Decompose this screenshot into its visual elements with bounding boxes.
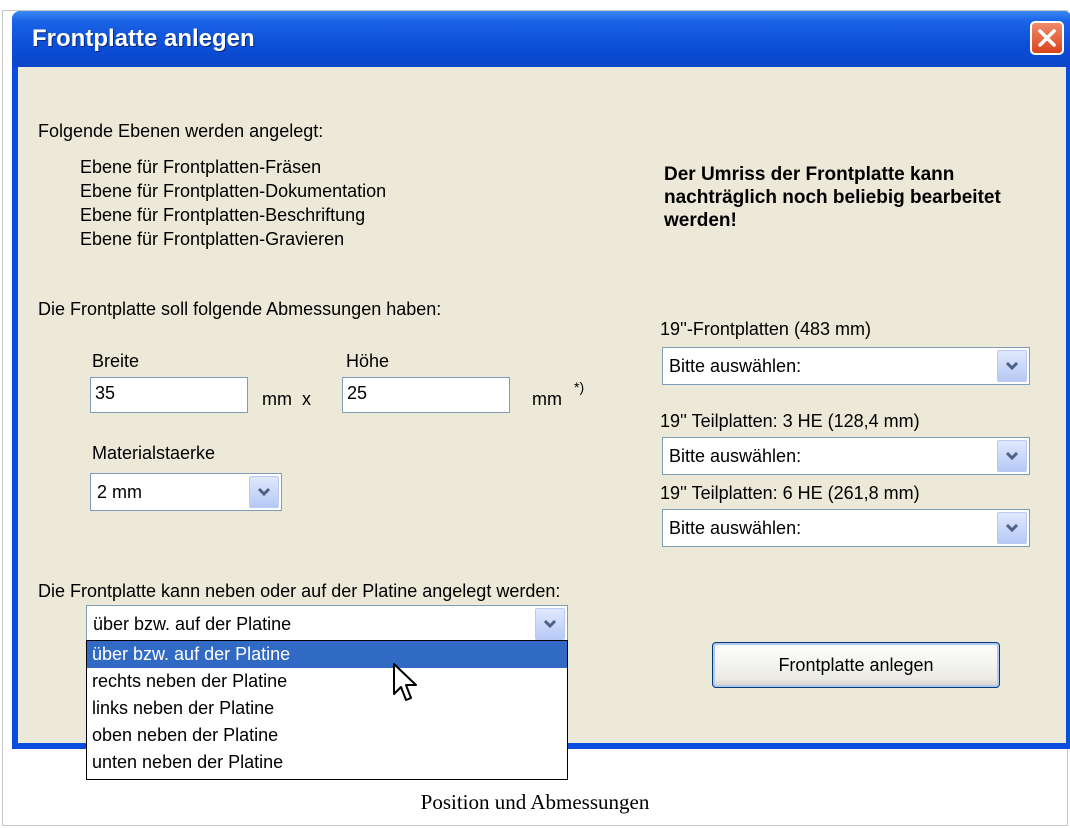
position-select[interactable]: über bzw. auf der Platine [86, 605, 568, 643]
preset-3he-label: 19'' Teilplatten: 3 HE (128,4 mm) [660, 411, 920, 431]
create-frontplate-button[interactable]: Frontplatte anlegen [712, 642, 1000, 688]
preset-19-label: 19''-Frontplatten (483 mm) [660, 319, 871, 339]
preset-6he-label: 19'' Teilplatten: 6 HE (261,8 mm) [660, 483, 920, 503]
chevron-down-icon[interactable] [997, 512, 1027, 544]
height-input[interactable]: 25 [342, 377, 510, 413]
chevron-down-icon[interactable] [997, 440, 1027, 472]
width-input[interactable]: 35 [90, 377, 248, 413]
position-heading: Die Frontplatte kann neben oder auf der … [38, 581, 561, 601]
material-select-value: 2 mm [97, 482, 142, 502]
preset-6he-select[interactable]: Bitte auswählen: [662, 509, 1030, 547]
preset-19-value: Bitte auswählen: [669, 356, 802, 376]
figure-caption: Position und Abmessungen [420, 790, 650, 814]
position-select-value: über bzw. auf der Platine [93, 614, 292, 634]
width-label: Breite [92, 351, 140, 371]
unit-mm-x: mm x [262, 389, 311, 409]
position-dropdown-list: über bzw. auf der Platine rechts neben d… [86, 640, 568, 780]
layer-item: Ebene für Frontplatten-Beschriftung [80, 205, 366, 225]
material-label: Materialstaerke [92, 443, 216, 463]
chevron-down-icon[interactable] [535, 608, 565, 640]
mouse-cursor-icon [393, 663, 417, 701]
preset-3he-select[interactable]: Bitte auswählen: [662, 437, 1030, 475]
window-title: Frontplatte anlegen [32, 25, 255, 52]
height-label: Höhe [346, 351, 390, 371]
dropdown-option[interactable]: rechts neben der Platine [87, 668, 567, 695]
dimensions-heading: Die Frontplatte soll folgende Abmessunge… [38, 299, 442, 319]
dropdown-option[interactable]: oben neben der Platine [87, 722, 567, 749]
material-select[interactable]: 2 mm [90, 473, 282, 511]
chevron-down-icon[interactable] [997, 350, 1027, 382]
layer-item: Ebene für Frontplatten-Gravieren [80, 229, 345, 249]
footnote-marker: *) [574, 379, 585, 395]
preset-6he-value: Bitte auswählen: [669, 518, 802, 538]
title-bar: Frontplatte anlegen [12, 11, 1070, 67]
close-button[interactable] [1030, 21, 1064, 55]
outline-note: Der Umriss der Frontplatte kann nachträg… [664, 164, 1001, 231]
chevron-down-icon[interactable] [249, 476, 279, 508]
layers-heading: Folgende Ebenen werden angelegt: [38, 121, 324, 141]
unit-mm: mm [532, 389, 562, 409]
layer-item: Ebene für Frontplatten-Fräsen [80, 157, 322, 177]
dropdown-option[interactable]: über bzw. auf der Platine [87, 641, 567, 668]
dropdown-option[interactable]: unten neben der Platine [87, 749, 567, 776]
dropdown-option[interactable]: links neben der Platine [87, 695, 567, 722]
close-icon [1038, 29, 1056, 47]
layer-item: Ebene für Frontplatten-Dokumentation [80, 181, 387, 201]
preset-19-select[interactable]: Bitte auswählen: [662, 347, 1030, 385]
preset-3he-value: Bitte auswählen: [669, 446, 802, 466]
